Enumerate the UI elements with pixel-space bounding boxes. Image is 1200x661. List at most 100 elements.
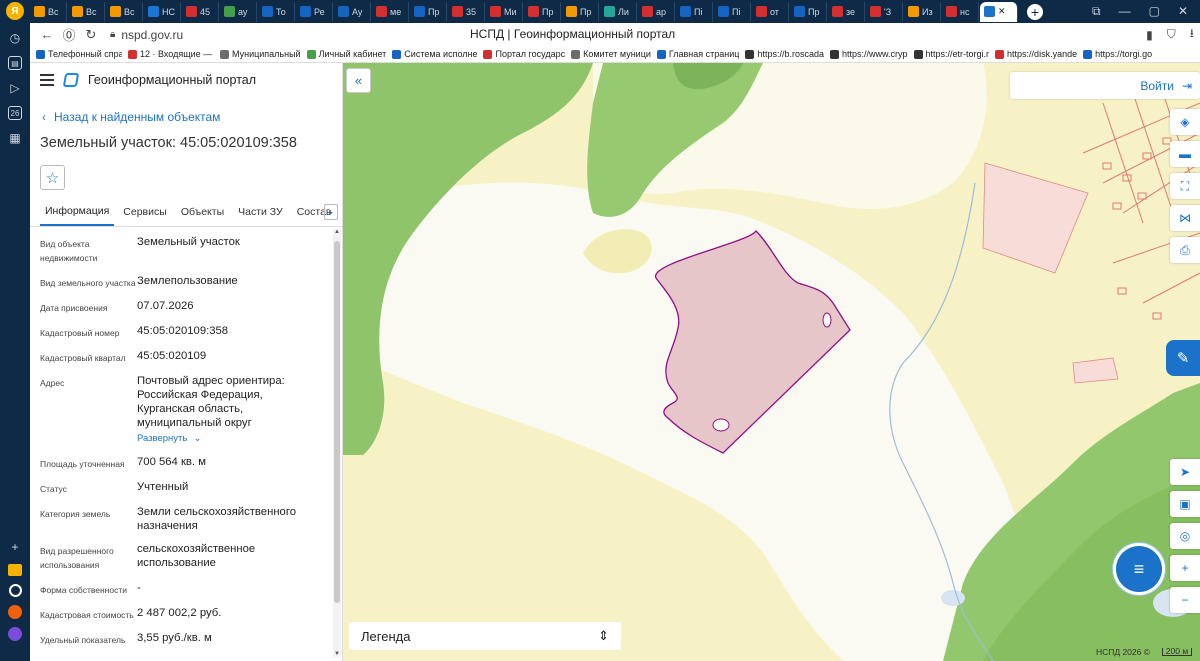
- add-icon[interactable]: +: [6, 538, 24, 556]
- browser-tab[interactable]: Пі: [714, 1, 751, 22]
- bookmark-item[interactable]: Личный кабинет: [306, 49, 386, 59]
- browser-tab[interactable]: Пр: [524, 1, 561, 22]
- share-icon[interactable]: ⋈: [1170, 205, 1200, 231]
- browser-tab[interactable]: Вс: [68, 1, 105, 22]
- browser-tab[interactable]: ар: [638, 1, 675, 22]
- back-link[interactable]: ‹ Назад к найденным объектам: [30, 97, 342, 127]
- tab-favicon-icon: [148, 6, 159, 17]
- bookmark-item[interactable]: Муниципальный: [220, 49, 301, 59]
- feedback-badge[interactable]: ✎: [1166, 340, 1200, 376]
- legend-panel[interactable]: Легенда ⇕: [349, 622, 621, 650]
- property-row: Дата присвоения 07.07.2026: [40, 299, 342, 315]
- ruler-icon[interactable]: ▬: [1170, 141, 1200, 167]
- downloads-icon[interactable]: ▦: [6, 129, 24, 147]
- history-icon[interactable]: ◷: [6, 29, 24, 47]
- bookmark-item[interactable]: Система исполне: [392, 49, 477, 59]
- bookmark-item[interactable]: 12 · Входящие — Я: [128, 49, 214, 59]
- tab-objects[interactable]: Объекты: [176, 198, 229, 226]
- browser-tab[interactable]: НС: [144, 1, 181, 22]
- bookmark-item[interactable]: https://etr-torgi.r: [913, 49, 989, 59]
- minimap-icon[interactable]: ▣: [1170, 491, 1200, 517]
- browser-tab[interactable]: Пр: [562, 1, 599, 22]
- bookmark-item[interactable]: Телефонный спра: [36, 49, 122, 59]
- bookmark-item[interactable]: Портал государс: [483, 49, 565, 59]
- scroll-down-icon[interactable]: ▼: [333, 651, 341, 657]
- zoom-out-icon[interactable]: −: [1170, 587, 1200, 613]
- select-area-icon[interactable]: ⛶: [1170, 173, 1200, 199]
- bookmark-item[interactable]: Комитет муници: [571, 49, 651, 59]
- browser-tab[interactable]: Пр: [790, 1, 827, 22]
- favorite-button[interactable]: ☆: [40, 165, 65, 190]
- browser-tab[interactable]: Вс: [30, 1, 67, 22]
- browser-tab[interactable]: Ми: [486, 1, 523, 22]
- panel-scrollbar[interactable]: ▲ ▼: [333, 229, 341, 657]
- bookmark-item[interactable]: https://torgi.go: [1083, 49, 1152, 59]
- menu-icon[interactable]: [40, 74, 54, 86]
- tab-favicon-icon: [984, 6, 995, 17]
- assistant-icon[interactable]: [8, 627, 22, 641]
- maximize-icon[interactable]: ▢: [1149, 4, 1160, 19]
- browser-tab-active[interactable]: ✕: [980, 1, 1018, 22]
- bookmark-icon[interactable]: ▮: [1146, 28, 1153, 42]
- login-button[interactable]: Войти ⇥: [1010, 72, 1200, 99]
- alice-icon[interactable]: [8, 584, 22, 597]
- collapse-panel-button[interactable]: «: [346, 68, 371, 93]
- mail-icon[interactable]: [8, 605, 22, 619]
- bookmark-item[interactable]: https://www.cryp: [829, 49, 908, 59]
- expand-address-link[interactable]: Развернуть ⌄: [137, 432, 317, 446]
- layers-icon[interactable]: ◈: [1170, 109, 1200, 135]
- browser-tab[interactable]: ау: [220, 1, 257, 22]
- protect-icon[interactable]: ⓪: [58, 25, 80, 44]
- browser-tab[interactable]: от: [752, 1, 789, 22]
- bookmark-item[interactable]: https://b.roscada: [745, 49, 824, 59]
- collections-icon[interactable]: ▤: [8, 56, 22, 70]
- download-icon[interactable]: ⭳: [1190, 24, 1194, 45]
- browser-tab[interactable]: 'З: [866, 1, 903, 22]
- browser-tab[interactable]: 35: [448, 1, 485, 22]
- browser-tab[interactable]: Пі: [676, 1, 713, 22]
- scroll-up-icon[interactable]: ▲: [333, 229, 341, 235]
- tab-services[interactable]: Сервисы: [118, 198, 172, 226]
- close-tab-icon[interactable]: ✕: [998, 6, 1006, 17]
- locate-icon[interactable]: ➤: [1170, 459, 1200, 485]
- tabs-next-button[interactable]: ▸: [324, 204, 338, 220]
- back-icon[interactable]: ←: [36, 27, 58, 42]
- calendar-icon[interactable]: 26: [8, 106, 22, 120]
- map-view[interactable]: « Войти ⇥ ◈ ▬ ⛶ ⋈ ⎙ ✎ ➤ ▣ ◎ + − ≡ Легенд…: [343, 63, 1200, 661]
- chat-button[interactable]: ≡: [1116, 546, 1162, 592]
- browser-tab[interactable]: Ли: [600, 1, 637, 22]
- property-value: сельскохозяйственное использование: [137, 542, 317, 572]
- browser-tab[interactable]: Ре: [296, 1, 333, 22]
- new-tab-button[interactable]: +: [1027, 3, 1043, 20]
- print-icon[interactable]: ⎙: [1170, 237, 1200, 263]
- shield-icon[interactable]: ⛉: [1167, 27, 1176, 42]
- browser-tab[interactable]: Из: [904, 1, 941, 22]
- minimize-icon[interactable]: —: [1119, 4, 1131, 19]
- bookmark-item[interactable]: Главная страниц: [656, 49, 739, 59]
- browser-tab[interactable]: Пр: [410, 1, 447, 22]
- close-window-icon[interactable]: ✕: [1178, 4, 1188, 19]
- reload-icon[interactable]: ↻: [80, 27, 102, 43]
- tab-information[interactable]: Информация: [40, 198, 115, 226]
- browser-tab[interactable]: нс: [942, 1, 979, 22]
- browser-tab[interactable]: 45: [182, 1, 219, 22]
- scroll-thumb[interactable]: [334, 241, 340, 603]
- browser-tab[interactable]: Ау: [334, 1, 371, 22]
- browser-tab[interactable]: То: [258, 1, 295, 22]
- browser-tab[interactable]: Вс: [106, 1, 143, 22]
- url-field[interactable]: 🔒︎ nspd.gov.ru: [110, 28, 183, 42]
- browser-tab[interactable]: ме: [372, 1, 409, 22]
- tab-favicon-icon: [566, 6, 577, 17]
- play-icon[interactable]: ▷: [6, 79, 24, 97]
- tab-parts[interactable]: Части ЗУ: [233, 198, 288, 226]
- bookmark-item[interactable]: https://disk.yande: [995, 49, 1077, 59]
- gallery-icon[interactable]: [8, 564, 22, 576]
- browser-logo-icon[interactable]: Я: [6, 2, 24, 20]
- tab-label: от: [770, 6, 779, 17]
- bookmark-label: Муниципальный: [232, 49, 301, 59]
- bookmark-manager-icon[interactable]: ⧉: [1092, 4, 1101, 19]
- zoom-in-icon[interactable]: +: [1170, 555, 1200, 581]
- browser-tab[interactable]: зе: [828, 1, 865, 22]
- geolocation-icon[interactable]: ◎: [1170, 523, 1200, 549]
- map-canvas[interactable]: [343, 63, 1200, 661]
